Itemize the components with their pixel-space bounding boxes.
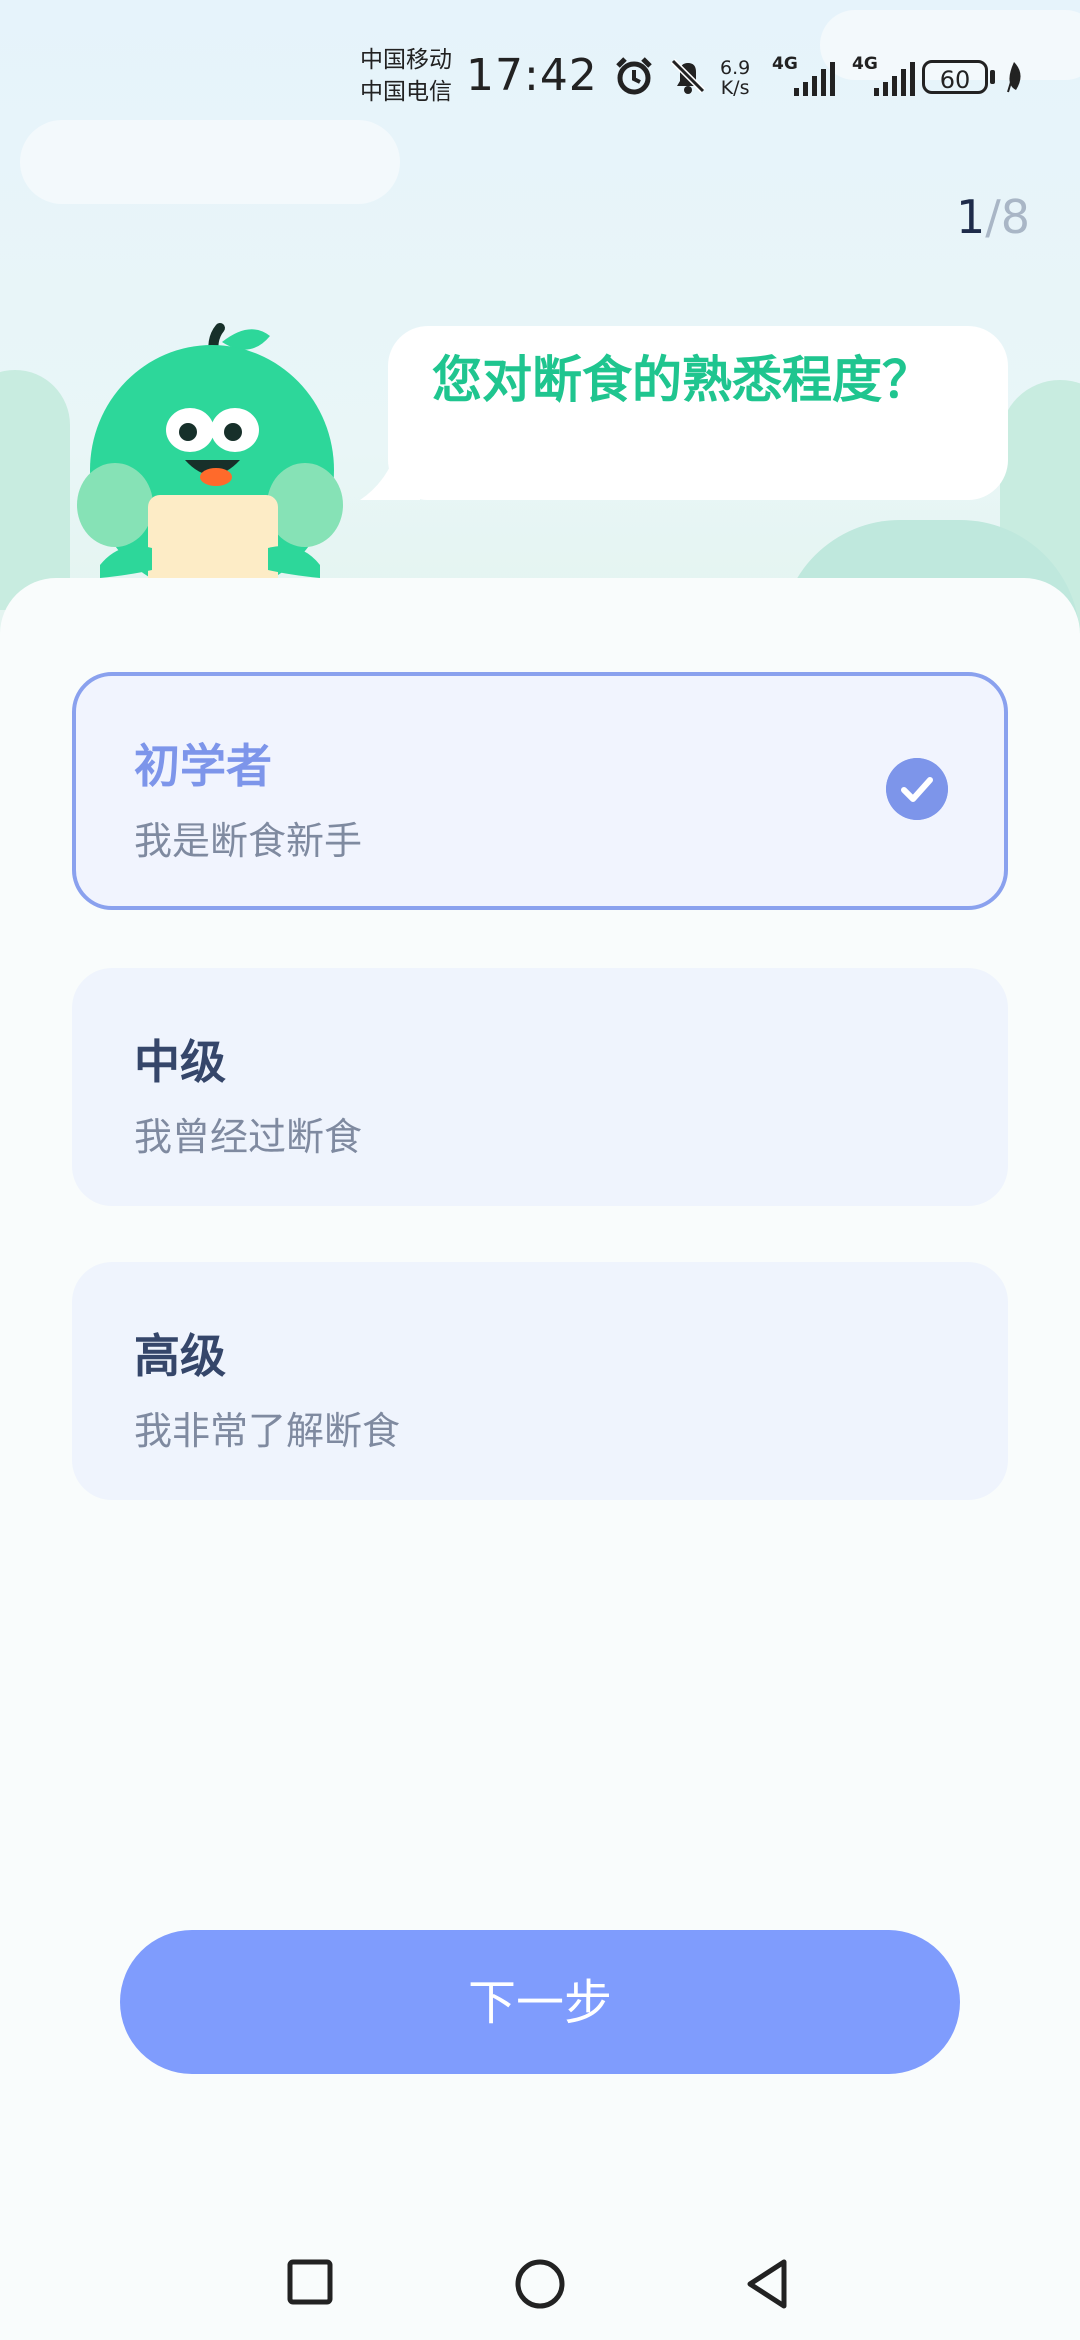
alarm-icon — [616, 57, 652, 95]
option-subtitle: 我非常了解断食 — [134, 1409, 401, 1453]
progress-current: 1 — [955, 190, 986, 244]
battery-tip — [990, 70, 995, 84]
signal-bars-icon — [874, 62, 915, 96]
question-bubble: 您对断食的熟悉程度？ — [388, 326, 1008, 500]
system-navigation-bar — [0, 2230, 1080, 2340]
plant-decoration — [0, 370, 70, 610]
option-subtitle: 我曾经过断食 — [134, 1115, 363, 1159]
option-beginner[interactable]: 初学者 我是断食新手 — [72, 672, 1008, 910]
mute-bell-icon — [670, 58, 706, 94]
step-progress: 1/8 — [956, 190, 1030, 244]
signal-bars-icon — [794, 62, 835, 96]
home-icon[interactable] — [514, 2258, 566, 2310]
option-intermediate[interactable]: 中级 我曾经过断食 — [72, 968, 1008, 1206]
net-speed-unit: K/s — [720, 77, 750, 99]
progress-separator: / — [985, 190, 1001, 244]
apple-mascot-illustration — [77, 323, 343, 613]
option-title: 中级 — [134, 1035, 226, 1089]
clock: 17:42 — [466, 50, 598, 101]
status-bar: 中国移动 中国电信 17:42 6.9 K/s 4G 4G 60 — [0, 0, 1080, 150]
leaf-icon — [1007, 62, 1021, 93]
carrier-1: 中国移动 — [360, 47, 452, 73]
option-subtitle: 我是断食新手 — [134, 819, 363, 863]
option-title: 高级 — [134, 1329, 226, 1383]
progress-total: 8 — [1000, 190, 1030, 244]
battery-icon: 60 — [922, 60, 988, 94]
option-advanced[interactable]: 高级 我非常了解断食 — [72, 1262, 1008, 1500]
net-speed: 6.9 K/s — [720, 58, 750, 98]
carrier-2: 中国电信 — [360, 79, 452, 105]
question-text: 您对断食的熟悉程度？ — [432, 351, 932, 409]
carrier-labels: 中国移动 中国电信 — [360, 44, 452, 108]
check-icon — [886, 758, 948, 820]
back-icon[interactable] — [744, 2258, 792, 2310]
recent-apps-icon[interactable] — [286, 2258, 334, 2306]
net-speed-value: 6.9 — [720, 57, 751, 79]
next-step-button[interactable]: 下一步 — [120, 1930, 960, 2074]
option-title: 初学者 — [134, 739, 272, 793]
